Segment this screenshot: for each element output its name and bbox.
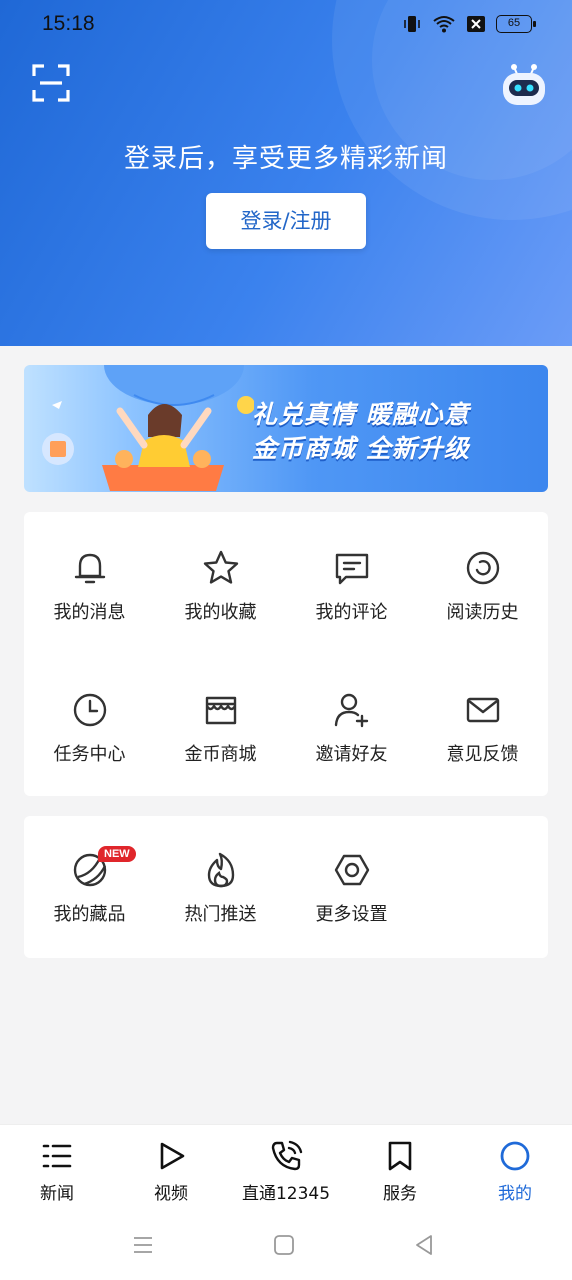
robot-assistant-icon[interactable] [500,60,548,108]
login-register-button[interactable]: 登录/注册 [206,193,366,249]
menu-item-invite[interactable]: 邀请好友 [286,690,417,766]
menu-item-label: 我的藏品 [53,904,126,925]
banner-headline: 礼兑真情 暖融心意 [252,400,470,429]
shop-icon [205,696,236,725]
wifi-icon [433,16,455,33]
menu-item-hot-push[interactable]: 热门推送 [155,850,286,926]
menu-item-label: 意见反馈 [446,744,519,765]
tab-label: 视频 [154,1184,188,1204]
comment-icon [335,553,368,585]
banner-illustration [42,365,254,491]
profile-ring-icon [500,1141,530,1171]
tab-label: 直通12345 [241,1184,331,1204]
extra-menu-card: NEW 我的藏品 热门推送 更多设置 [24,816,548,958]
menu-item-feedback[interactable]: 意见反馈 [417,690,548,766]
bookmark-icon [388,1141,412,1171]
menu-item-coin-mall[interactable]: 金币商城 [155,690,286,766]
star-icon [203,550,238,584]
menu-item-messages[interactable]: 我的消息 [24,548,155,624]
home-key-icon[interactable] [273,1234,295,1256]
menu-item-label: 金币商城 [184,744,257,765]
mail-icon [466,697,499,723]
vibrate-icon [404,16,420,32]
settings-icon [334,854,369,886]
banner-subheadline: 金币商城 全新升级 [252,434,470,463]
profile-header: 15:18 65 登录后，享受更多精彩新闻 登录/注册 [0,0,572,346]
status-time: 15:18 [42,12,95,35]
fire-icon [207,852,234,888]
add-user-icon [334,693,368,728]
tab-video[interactable]: 视频 [116,1139,226,1204]
bottom-tab-bar: 新闻 视频 直通12345 服务 我的 [0,1124,572,1210]
back-key-icon[interactable] [413,1234,435,1256]
login-prompt: 登录后，享受更多精彩新闻 [123,144,448,174]
tab-label: 服务 [383,1184,417,1204]
tab-label: 我的 [498,1184,532,1204]
menu-item-favorites[interactable]: 我的收藏 [155,548,286,624]
tab-hotline[interactable]: 直通12345 [231,1139,341,1204]
menu-item-label: 更多设置 [315,904,388,925]
menu-item-label: 我的评论 [315,602,388,623]
menu-item-label: 我的消息 [53,602,126,623]
news-list-icon [42,1144,72,1168]
menu-item-tasks[interactable]: 任务中心 [24,690,155,766]
menu-item-history[interactable]: 阅读历史 [417,548,548,624]
system-navigation-bar [0,1210,572,1280]
menu-item-label: 邀请好友 [315,744,388,765]
menu-item-collection[interactable]: NEW 我的藏品 [24,846,155,926]
history-icon [466,551,499,585]
bell-icon [74,553,105,584]
scan-icon[interactable] [32,64,70,102]
menu-item-label: 阅读历史 [446,602,519,623]
menu-item-comments[interactable]: 我的评论 [286,548,417,624]
tab-services[interactable]: 服务 [345,1139,455,1204]
status-icons: 65 [402,14,536,34]
menu-card: 我的消息 我的收藏 我的评论 阅读历史 任务中心 金币商城 邀请好友 意见反馈 [24,512,548,796]
menu-item-label: 任务中心 [53,744,126,765]
sim-off-icon [467,16,485,32]
battery-indicator: 65 [496,15,536,33]
status-bar: 15:18 65 [0,0,572,50]
menu-item-label: 我的收藏 [184,602,257,623]
play-icon [160,1142,185,1170]
menu-key-icon[interactable] [132,1234,154,1256]
tab-news[interactable]: 新闻 [2,1139,112,1204]
menu-item-label: 热门推送 [184,904,257,925]
tab-label: 新闻 [40,1184,74,1204]
menu-item-settings[interactable]: 更多设置 [286,850,417,926]
promo-banner[interactable]: 礼兑真情 暖融心意 金币商城 全新升级 [24,365,548,492]
clock-icon [73,693,106,727]
phone-icon [271,1140,303,1171]
new-badge: NEW [98,846,136,862]
tab-profile[interactable]: 我的 [460,1139,570,1204]
